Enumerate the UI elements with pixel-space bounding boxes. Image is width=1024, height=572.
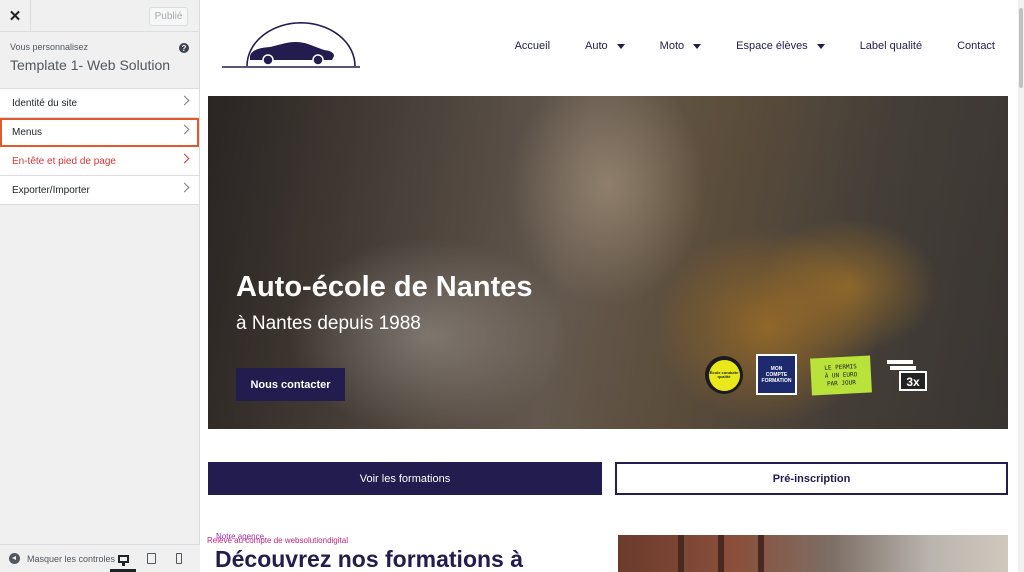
- nav-item-label: Auto: [585, 40, 608, 52]
- help-icon[interactable]: ?: [179, 43, 189, 53]
- preview-desktop-button[interactable]: [109, 545, 137, 572]
- hero-title: Auto-école de Nantes: [236, 271, 533, 303]
- pre-registration-button[interactable]: Pré-inscription: [615, 462, 1008, 495]
- caret-down-icon: [693, 43, 702, 49]
- mobile-icon: [176, 553, 182, 564]
- panel-item-label: Exporter/Importer: [12, 184, 90, 196]
- customizer-panel-list: Identité du site Menus En-tête et pied d…: [0, 88, 199, 205]
- car-logo[interactable]: [220, 20, 362, 72]
- scrollbar-thumb[interactable]: [1019, 8, 1023, 88]
- contact-button[interactable]: Nous contacter: [236, 368, 345, 401]
- customizer-sidebar: ✕ Publié Vous personnalisez Template 1- …: [0, 0, 200, 572]
- panel-item-label: Identité du site: [12, 97, 78, 109]
- cpf-badge: MON COMPTE FORMATION: [756, 354, 797, 395]
- main-navigation: Accueil Auto Moto Espace élèves Label qu…: [480, 40, 995, 52]
- panel-item-site-identity[interactable]: Identité du site: [0, 89, 199, 118]
- close-icon[interactable]: ✕: [0, 0, 31, 31]
- panel-item-label: En-tête et pied de page: [12, 155, 116, 167]
- sidebar-header: ✕ Publié: [0, 0, 199, 32]
- permis-un-euro-badge: LE PERMIS À UN EURO PAR JOUR: [810, 355, 872, 396]
- caret-down-icon: [816, 43, 825, 49]
- payment-3x-icon: 3x: [887, 360, 927, 391]
- chevron-right-icon: [179, 153, 190, 164]
- customize-info: Vous personnalisez Template 1- Web Solut…: [0, 32, 199, 88]
- quality-label-badge: École conduite qualité: [705, 356, 743, 394]
- chevron-right-icon: [179, 124, 190, 135]
- collapse-icon[interactable]: [9, 553, 20, 564]
- nav-item-accueil[interactable]: Accueil: [515, 40, 550, 52]
- chevron-right-icon: [179, 182, 190, 193]
- cpf-text-line: FORMATION: [761, 377, 792, 384]
- quality-label-text: École conduite qualité: [708, 359, 740, 391]
- desktop-icon: [117, 554, 129, 566]
- section-title: Découvrez nos formations à: [215, 546, 524, 572]
- publish-button[interactable]: Publié: [149, 7, 188, 26]
- nav-item-contact[interactable]: Contact: [957, 40, 995, 52]
- section-credit: Relevé au compte de websolutiondigital: [207, 536, 348, 545]
- theme-title: Template 1- Web Solution: [10, 57, 171, 73]
- nav-item-moto[interactable]: Moto: [659, 40, 702, 52]
- preview-scrollbar[interactable]: [1018, 0, 1024, 572]
- customizer-window: ✕ Publié Vous personnalisez Template 1- …: [0, 0, 1024, 572]
- nav-item-label: Label qualité: [859, 40, 923, 52]
- chevron-right-icon: [179, 95, 190, 106]
- collapse-sidebar-button[interactable]: Masquer les controles: [27, 554, 115, 564]
- cpf-text-line: COMPTE: [765, 371, 788, 378]
- caret-down-icon: [616, 43, 625, 49]
- panel-item-menus[interactable]: Menus: [0, 118, 199, 147]
- nav-item-label: Espace élèves: [736, 40, 808, 52]
- panel-item-label: Menus: [12, 126, 43, 138]
- preview-mobile-button[interactable]: [165, 545, 193, 572]
- sidebar-footer: Masquer les controles: [0, 544, 200, 572]
- preview-tablet-button[interactable]: [137, 545, 165, 572]
- panel-item-header-footer[interactable]: En-tête et pied de page: [0, 147, 199, 176]
- customize-info-label: Vous personnalisez: [10, 42, 89, 52]
- nav-item-label: Accueil: [514, 40, 551, 52]
- euro-text-line: PAR JOUR: [826, 378, 857, 388]
- nav-item-espace-eleves[interactable]: Espace élèves: [736, 40, 825, 52]
- hero-banner: Auto-école de Nantes à Nantes depuis 198…: [208, 96, 1008, 429]
- payment-3x-label: 3x: [906, 375, 920, 389]
- nav-item-label: Moto: [659, 40, 685, 52]
- view-trainings-button[interactable]: Voir les formations: [208, 462, 602, 495]
- site-preview: Accueil Auto Moto Espace élèves Label qu…: [200, 0, 1018, 572]
- panel-item-export-import[interactable]: Exporter/Importer: [0, 176, 199, 205]
- nav-item-label-qualite[interactable]: Label qualité: [860, 40, 922, 52]
- section-photo: [618, 535, 1008, 572]
- hero-subtitle: à Nantes depuis 1988: [236, 313, 421, 334]
- nav-item-label: Contact: [957, 40, 995, 52]
- tablet-icon: [146, 553, 156, 564]
- nav-item-auto[interactable]: Auto: [585, 40, 625, 52]
